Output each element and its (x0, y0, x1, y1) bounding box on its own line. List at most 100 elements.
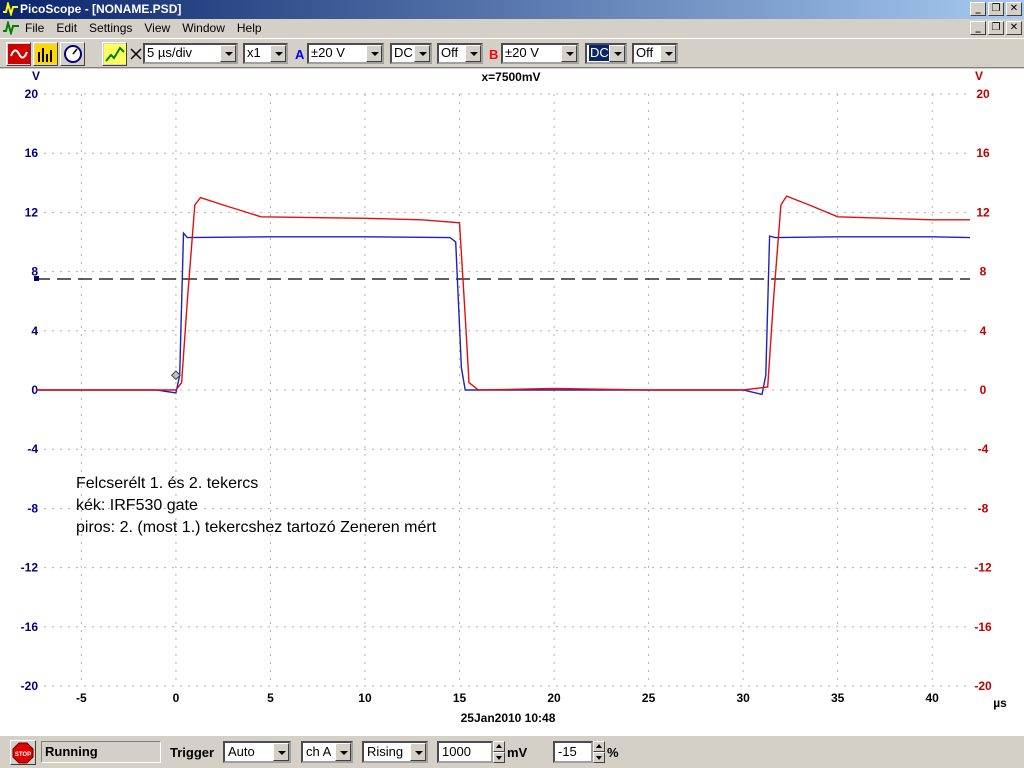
toolbar: 5 µs/div x1 A ±20 V DC Off B ±20 V DC Of… (0, 38, 1024, 68)
stop-icon-label: STOP (15, 752, 31, 758)
y-tick-right: -16 (974, 620, 992, 634)
x-tick-label: 5 (267, 691, 274, 705)
trigger-level-spinner[interactable] (493, 741, 505, 763)
chevron-down-icon[interactable] (561, 45, 577, 62)
channel-b-label: B (489, 47, 499, 62)
trigger-edge-select[interactable]: Rising (362, 741, 428, 763)
channel-a-coupling-select[interactable]: DC (390, 43, 432, 64)
timebase-select[interactable]: 5 µs/div (143, 43, 238, 64)
document-icon[interactable] (3, 21, 19, 35)
menu-help[interactable]: Help (237, 21, 262, 35)
y-tick-right: -4 (978, 442, 989, 456)
scope-icon (8, 44, 30, 64)
chevron-down-icon[interactable] (465, 45, 481, 62)
y-tick-right: 8 (980, 265, 987, 279)
scope-view-button[interactable] (6, 42, 31, 66)
multiplier-select[interactable]: x1 (243, 43, 288, 64)
title-bar: PicoScope - [NONAME.PSD] _ ❐ ✕ (0, 0, 1024, 19)
x-tick-label: 25 (642, 691, 656, 705)
channel-b-range-select[interactable]: ±20 V (501, 43, 579, 64)
child-close-button[interactable]: ✕ (1006, 21, 1022, 35)
x-tick-label: 30 (736, 691, 750, 705)
channel-b-filter-select[interactable]: Off (632, 43, 678, 64)
spin-down-icon[interactable] (593, 752, 605, 763)
menu-bar: File Edit Settings View Window Help _ ❐ … (0, 19, 1024, 37)
y-tick-right: 0 (980, 383, 987, 397)
x-tick-label: 35 (831, 691, 845, 705)
stop-button[interactable]: STOP (10, 740, 36, 765)
trigger-channel-select[interactable]: ch A (301, 741, 353, 763)
chevron-down-icon[interactable] (414, 45, 430, 62)
restore-button[interactable]: ❐ (988, 2, 1004, 16)
trigger-mode-select[interactable]: Auto (223, 741, 291, 763)
auto-setup-button[interactable] (102, 42, 127, 66)
auto-setup-icon (104, 44, 126, 64)
y-tick-left: 8 (31, 265, 38, 279)
child-minimize-button[interactable]: _ (970, 21, 986, 35)
menu-file[interactable]: File (25, 21, 44, 35)
trigger-level-input[interactable]: 1000 (437, 741, 493, 763)
chevron-down-icon[interactable] (273, 743, 289, 761)
window-title: PicoScope - [NONAME.PSD] (20, 2, 182, 16)
y-tick-left: 12 (25, 205, 39, 219)
y-tick-left: 4 (31, 324, 38, 338)
menu-settings[interactable]: Settings (89, 21, 132, 35)
y-tick-right: -20 (974, 679, 992, 693)
x-axis-unit: µs (993, 696, 1007, 710)
menu-view[interactable]: View (144, 21, 170, 35)
menu-edit[interactable]: Edit (56, 21, 77, 35)
spin-up-icon[interactable] (593, 741, 605, 752)
pretrigger-input[interactable]: -15 (553, 741, 593, 763)
y-tick-right: -12 (974, 561, 992, 575)
spin-down-icon[interactable] (493, 752, 505, 763)
channel-a-filter-select[interactable]: Off (437, 43, 483, 64)
y-tick-right: 4 (980, 324, 987, 338)
x-tick-label: 40 (926, 691, 940, 705)
spectrum-icon (35, 44, 57, 64)
y-tick-left: -8 (27, 501, 38, 515)
waveform-chart[interactable]: 201612840-4-8-12-16-20 201612840-4-8-12-… (0, 69, 1024, 735)
channel-b-trace (36, 195, 970, 391)
y-tick-left: -4 (27, 442, 38, 456)
picoscope-app-icon[interactable] (3, 2, 18, 16)
child-restore-button[interactable]: ❐ (988, 21, 1004, 35)
y-tick-left: 16 (25, 146, 39, 160)
y-tick-right: 16 (976, 146, 990, 160)
spectrum-view-button[interactable] (33, 42, 58, 66)
oscilloscope-plot[interactable]: 20 16 12 8 4 0 -4 -8 -12 -16 -20 20 16 12 8 4 0 -4 -8 -12-… (0, 69, 1024, 735)
y-tick-left: -12 (21, 561, 39, 575)
capture-datetime: 25Jan2010 10:48 (461, 711, 556, 725)
trigger-label: Trigger (170, 745, 215, 760)
chevron-down-icon[interactable] (660, 45, 676, 62)
annotation-line-3: piros: 2. (most 1.) tekercshez tartozó Z… (76, 519, 437, 536)
close-button[interactable]: ✕ (1006, 2, 1022, 16)
x-tick-label: 20 (547, 691, 561, 705)
right-axis-unit: V (975, 69, 983, 83)
channel-b-coupling-select[interactable]: DC (585, 43, 627, 64)
x-tick-label: -5 (76, 691, 87, 705)
meter-view-button[interactable] (60, 42, 85, 66)
timebase-icon (130, 48, 142, 60)
chevron-down-icon[interactable] (270, 45, 286, 62)
chevron-down-icon[interactable] (609, 45, 625, 62)
y-tick-right: 12 (976, 205, 990, 219)
y-tick-right: 20 (976, 87, 990, 101)
pretrigger-spinner[interactable] (593, 741, 605, 763)
annotation-line-1: Felcserélt 1. és 2. tekercs (76, 475, 258, 492)
left-axis-unit: V (32, 69, 40, 83)
stop-icon: STOP (12, 742, 34, 764)
y-tick-left: -20 (21, 679, 39, 693)
channel-a-range-select[interactable]: ±20 V (307, 43, 384, 64)
status-bar: STOP Running Trigger Auto ch A Rising 10… (0, 735, 1024, 768)
chevron-down-icon[interactable] (335, 743, 351, 761)
y-tick-right: -8 (978, 501, 989, 515)
x-tick-label: 10 (358, 691, 372, 705)
minimize-button[interactable]: _ (970, 2, 986, 16)
spin-up-icon[interactable] (493, 741, 505, 752)
chevron-down-icon[interactable] (410, 743, 426, 761)
menu-window[interactable]: Window (182, 21, 225, 35)
chevron-down-icon[interactable] (220, 45, 236, 62)
chevron-down-icon[interactable] (366, 45, 382, 62)
trigger-level-unit: mV (507, 745, 528, 760)
x-tick-label: 15 (453, 691, 467, 705)
